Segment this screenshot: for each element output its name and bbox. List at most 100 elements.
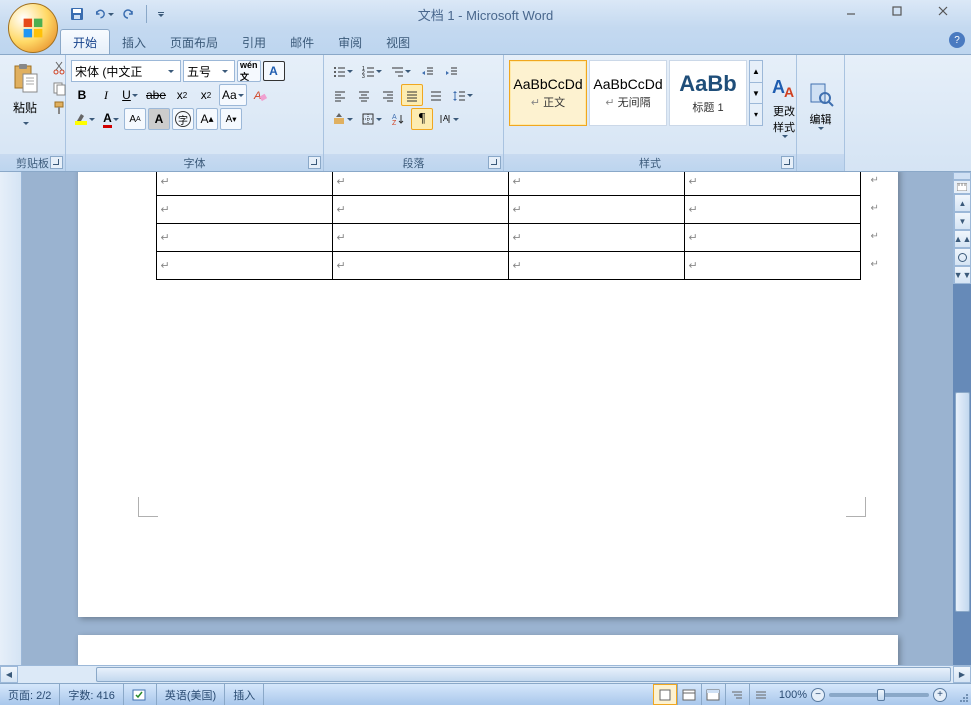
scroll-down-button[interactable]: ▼ (954, 212, 971, 230)
subscript-button[interactable]: x2 (171, 84, 193, 106)
document-viewport[interactable]: ↵↵↵↵ ↵↵↵↵ ↵↵↵↵ ↵↵↵↵ ↵ ↵ ↵ ↵ ↵ (22, 172, 953, 665)
document-page-1[interactable]: ↵↵↵↵ ↵↵↵↵ ↵↵↵↵ ↵↵↵↵ ↵ ↵ ↵ ↵ (78, 172, 898, 617)
asian-layout-button[interactable]: A (435, 108, 462, 130)
borders-button[interactable] (358, 108, 385, 130)
grow-font-button[interactable]: AA (124, 108, 146, 130)
sort-button[interactable]: AZ (387, 108, 409, 130)
bold-button[interactable]: B (71, 84, 93, 106)
align-left-button[interactable] (329, 84, 351, 106)
show-marks-button[interactable]: ¶ (411, 108, 433, 130)
paste-label: 粘贴 (7, 99, 43, 116)
clear-formatting-button[interactable]: A (249, 84, 271, 106)
increase-indent-button[interactable] (440, 60, 462, 82)
close-button[interactable] (929, 0, 957, 22)
font-color-button[interactable]: A (100, 108, 122, 130)
enclose-char-button[interactable]: 字 (172, 108, 194, 130)
vertical-ruler[interactable] (0, 172, 22, 665)
document-page-2[interactable]: ↵ (78, 635, 898, 665)
redo-button[interactable] (118, 3, 140, 25)
zoom-slider[interactable] (829, 693, 929, 697)
styles-gallery: AaBbCcDd ↵ 正文 AaBbCcDd ↵ 无间隔 AaBb 标题 1 ▲… (506, 57, 766, 129)
maximize-button[interactable] (883, 0, 911, 22)
shading-button[interactable] (329, 108, 356, 130)
ruler-toggle-button[interactable] (953, 180, 971, 194)
tab-view[interactable]: 视图 (374, 30, 422, 54)
underline-button[interactable]: U (119, 84, 141, 106)
view-web-layout-button[interactable] (701, 684, 725, 705)
strikethrough-button[interactable]: abe (143, 84, 169, 106)
styles-scroll[interactable]: ▲▼▾ (749, 60, 763, 126)
tab-layout[interactable]: 页面布局 (158, 30, 230, 54)
change-case-button[interactable]: Aa (219, 84, 247, 106)
svg-text:A: A (784, 84, 794, 100)
view-full-screen-button[interactable] (677, 684, 701, 705)
status-proofing[interactable] (124, 684, 157, 705)
tab-review[interactable]: 审阅 (326, 30, 374, 54)
font-expand[interactable] (308, 156, 321, 169)
bullets-button[interactable] (329, 60, 356, 82)
view-outline-button[interactable] (725, 684, 749, 705)
tab-home[interactable]: 开始 (60, 29, 110, 54)
style-normal[interactable]: AaBbCcDd ↵ 正文 (509, 60, 587, 126)
next-page-button[interactable]: ▼▼ (954, 266, 971, 284)
superscript-button[interactable]: x2 (195, 84, 217, 106)
hscroll-thumb[interactable] (96, 667, 951, 682)
scroll-right-button[interactable]: ▶ (953, 666, 971, 683)
char-border-button[interactable]: A (263, 61, 285, 81)
align-right-button[interactable] (377, 84, 399, 106)
justify-button[interactable] (401, 84, 423, 106)
resize-grip[interactable] (953, 684, 971, 705)
undo-button[interactable] (92, 3, 114, 25)
scroll-left-button[interactable]: ◀ (0, 666, 18, 683)
prev-page-button[interactable]: ▲▲ (954, 230, 971, 248)
decrease-indent-button[interactable] (416, 60, 438, 82)
minimize-button[interactable] (837, 0, 865, 22)
qat-customize-button[interactable] (156, 5, 165, 23)
office-button[interactable] (8, 3, 58, 53)
browse-object-button[interactable] (954, 248, 971, 266)
help-button[interactable]: ? (949, 32, 965, 48)
highlight-button[interactable] (71, 108, 98, 130)
status-mode[interactable]: 插入 (225, 684, 264, 705)
multilevel-button[interactable] (387, 60, 414, 82)
font-size-combo[interactable]: 五号 (183, 60, 235, 82)
group-edit: 编辑 (797, 55, 845, 171)
save-button[interactable] (66, 3, 88, 25)
scroll-up-button[interactable]: ▲ (954, 194, 971, 212)
style-heading-1[interactable]: AaBb 标题 1 (669, 60, 747, 126)
zoom-level[interactable]: 100% (779, 689, 807, 701)
para-expand[interactable] (488, 156, 501, 169)
distributed-button[interactable] (425, 84, 447, 106)
split-handle[interactable] (953, 172, 971, 180)
view-print-layout-button[interactable] (653, 684, 677, 705)
line-spacing-button[interactable] (449, 84, 476, 106)
document-area: ↵↵↵↵ ↵↵↵↵ ↵↵↵↵ ↵↵↵↵ ↵ ↵ ↵ ↵ ↵ ▲ ▼ (0, 172, 971, 665)
paste-button[interactable]: 粘贴 (4, 59, 46, 133)
vertical-scrollbar[interactable]: ▲ ▼ ▲▲ ▼▼ (953, 194, 971, 284)
font-family-combo[interactable]: 宋体 (中文正 (71, 60, 181, 82)
shrink-font-button[interactable]: A▾ (220, 108, 242, 130)
group-font: 宋体 (中文正 五号 wén文 A B I U abe x2 x2 Aa A (66, 55, 324, 171)
align-center-button[interactable] (353, 84, 375, 106)
tab-mailings[interactable]: 邮件 (278, 30, 326, 54)
style-no-spacing[interactable]: AaBbCcDd ↵ 无间隔 (589, 60, 667, 126)
numbering-button[interactable]: 123 (358, 60, 385, 82)
scroll-thumb[interactable] (955, 392, 970, 612)
status-bar: 页面: 2/2 字数: 416 英语(美国) 插入 100% − + (0, 683, 971, 705)
find-button[interactable] (807, 80, 835, 111)
status-language[interactable]: 英语(美国) (157, 684, 225, 705)
tab-insert[interactable]: 插入 (110, 30, 158, 54)
styles-expand[interactable] (781, 156, 794, 169)
status-page[interactable]: 页面: 2/2 (0, 684, 60, 705)
grow-font-button2[interactable]: A▴ (196, 108, 218, 130)
horizontal-scrollbar[interactable]: ◀ ▶ (0, 665, 971, 683)
italic-button[interactable]: I (95, 84, 117, 106)
char-shading-button[interactable]: A (148, 108, 170, 130)
tab-references[interactable]: 引用 (230, 30, 278, 54)
status-words[interactable]: 字数: 416 (60, 684, 123, 705)
clipboard-expand[interactable] (50, 156, 63, 169)
group-clipboard: 粘贴 剪贴板 (0, 55, 66, 171)
phonetic-guide-button[interactable]: wén文 (237, 60, 261, 82)
document-table[interactable]: ↵↵↵↵ ↵↵↵↵ ↵↵↵↵ ↵↵↵↵ (156, 172, 861, 280)
view-draft-button[interactable] (749, 684, 773, 705)
